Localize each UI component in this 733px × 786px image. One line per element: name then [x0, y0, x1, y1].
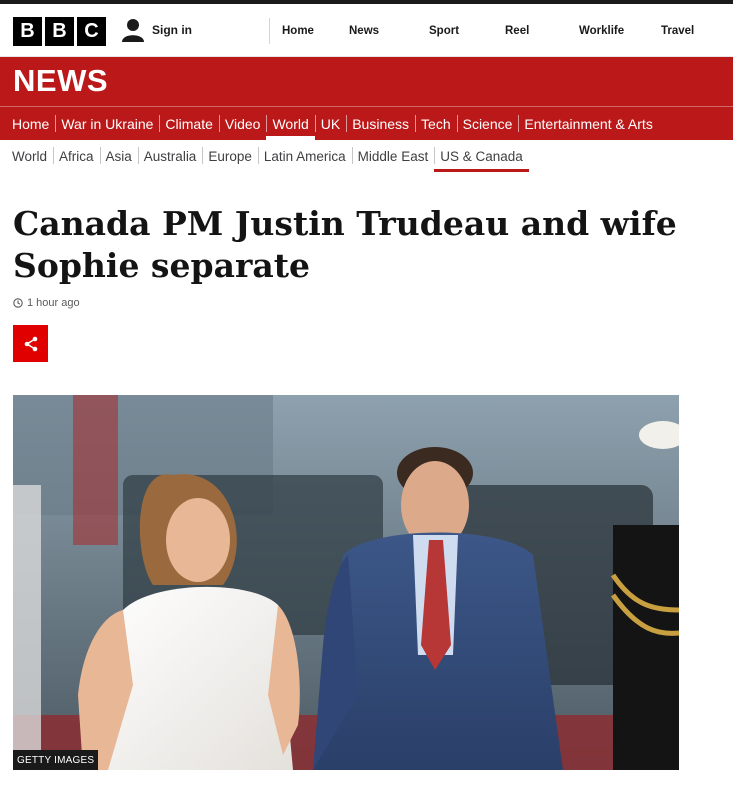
sign-in-button[interactable]: Sign in	[122, 18, 192, 42]
sub-nav-asia[interactable]: Asia	[99, 140, 138, 173]
article-timestamp: 1 hour ago	[13, 297, 80, 309]
section-nav: Home War in Ukraine Climate Video World …	[0, 107, 733, 140]
sub-nav-world[interactable]: World	[6, 140, 53, 173]
logo-letter: C	[77, 17, 106, 46]
sub-nav-australia[interactable]: Australia	[137, 140, 203, 173]
bbc-logo[interactable]: B B C	[13, 17, 106, 46]
clock-icon	[13, 298, 23, 308]
top-nav-worklife[interactable]: Worklife	[559, 25, 647, 37]
top-nav-travel[interactable]: Travel	[647, 25, 727, 37]
image-credit: GETTY IMAGES	[13, 750, 99, 770]
sub-nav: World Africa Asia Australia Europe Latin…	[0, 140, 733, 173]
sub-nav-us-canada[interactable]: US & Canada	[434, 140, 529, 173]
user-icon	[122, 19, 144, 42]
masthead: B B C Sign in Home News Sport Reel Workl…	[0, 4, 733, 57]
logo-letter: B	[13, 17, 42, 46]
news-banner: NEWS	[0, 57, 733, 107]
top-nav-sport[interactable]: Sport	[409, 25, 489, 37]
article-headline: Canada PM Justin Trudeau and wife Sophie…	[13, 204, 677, 285]
top-nav-news[interactable]: News	[329, 25, 409, 37]
photo-illustration	[13, 395, 679, 770]
section-nav-uk[interactable]: UK	[314, 107, 346, 140]
top-nav-reel[interactable]: Reel	[489, 25, 559, 37]
section-nav-climate[interactable]: Climate	[159, 107, 218, 140]
section-nav-war-in-ukraine[interactable]: War in Ukraine	[55, 107, 159, 140]
sub-nav-europe[interactable]: Europe	[202, 140, 258, 173]
section-nav-world[interactable]: World	[266, 107, 316, 140]
news-brand[interactable]: NEWS	[13, 63, 108, 99]
article-image	[13, 395, 679, 770]
timestamp-text: 1 hour ago	[27, 297, 80, 309]
logo-letter: B	[45, 17, 74, 46]
sub-nav-africa[interactable]: Africa	[53, 140, 100, 173]
sub-nav-middle-east[interactable]: Middle East	[351, 140, 435, 173]
section-nav-video[interactable]: Video	[218, 107, 267, 140]
sub-nav-latin-america[interactable]: Latin America	[257, 140, 352, 173]
top-nav-home[interactable]: Home	[270, 25, 329, 37]
section-nav-business[interactable]: Business	[346, 107, 415, 140]
share-icon	[24, 336, 37, 351]
section-nav-home[interactable]: Home	[6, 107, 55, 140]
sign-in-label: Sign in	[152, 23, 192, 37]
section-nav-science[interactable]: Science	[456, 107, 519, 140]
section-nav-tech[interactable]: Tech	[415, 107, 457, 140]
share-button[interactable]	[13, 325, 48, 362]
top-nav: Home News Sport Reel Worklife Travel	[269, 18, 727, 44]
section-nav-entertainment-arts[interactable]: Entertainment & Arts	[518, 107, 658, 140]
